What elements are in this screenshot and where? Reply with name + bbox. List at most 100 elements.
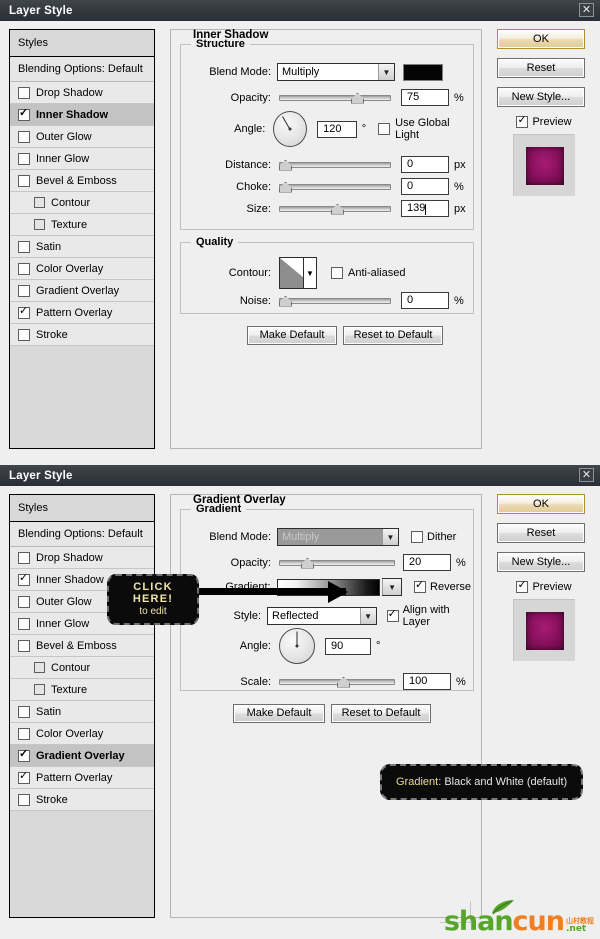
blending-options-item[interactable]: Blending Options: Default [10, 57, 154, 82]
effect-enable-checkbox[interactable] [18, 284, 30, 297]
style-effect-row[interactable]: Contour [10, 192, 154, 214]
style-effect-row[interactable]: Bevel & Emboss [10, 635, 154, 657]
align-with-layer-checkbox[interactable] [386, 608, 399, 622]
effect-enable-checkbox[interactable] [34, 219, 45, 230]
use-global-light-checkbox[interactable] [378, 123, 391, 135]
size-input[interactable]: 139 [401, 200, 449, 217]
size-slider[interactable] [279, 203, 391, 215]
contour-preset-picker[interactable]: ▼ [279, 257, 317, 289]
chevron-down-icon[interactable]: ▼ [382, 579, 402, 595]
effect-enable-checkbox[interactable] [18, 705, 30, 718]
style-effect-row[interactable]: Texture [10, 214, 154, 236]
reset-button[interactable]: Reset [497, 58, 585, 78]
effect-enable-checkbox[interactable] [18, 617, 30, 630]
style-effect-row[interactable]: Gradient Overlay [10, 745, 154, 767]
noise-input[interactable]: 0 [401, 292, 449, 309]
style-effect-row[interactable]: Texture [10, 679, 154, 701]
preview-checkbox[interactable] [516, 579, 529, 593]
opacity-slider[interactable] [279, 92, 391, 104]
dialog2-styles-list[interactable]: Styles Blending Options: Default Drop Sh… [9, 494, 155, 918]
style-effect-row[interactable]: Inner Shadow [10, 104, 154, 126]
effect-enable-checkbox[interactable] [18, 770, 30, 784]
effect-enable-checkbox[interactable] [18, 551, 30, 564]
distance-slider[interactable] [279, 159, 391, 171]
scale-slider[interactable] [279, 676, 395, 688]
dialog1-styles-list[interactable]: Styles Blending Options: Default Drop Sh… [9, 29, 155, 449]
style-effect-row[interactable]: Stroke [10, 789, 154, 811]
effect-enable-checkbox[interactable] [18, 572, 30, 586]
angle-input[interactable]: 90 [325, 637, 371, 655]
effect-enable-checkbox[interactable] [34, 197, 45, 208]
new-style-button[interactable]: New Style... [497, 552, 585, 572]
reset-to-default-button[interactable]: Reset to Default [331, 704, 431, 723]
dither-checkbox[interactable] [411, 531, 423, 543]
effect-enable-checkbox[interactable] [18, 240, 30, 253]
close-icon[interactable]: ✕ [579, 468, 594, 482]
chevron-down-icon[interactable]: ▼ [359, 608, 376, 624]
style-effect-row[interactable]: Color Overlay [10, 723, 154, 745]
style-effect-row[interactable]: Stroke [10, 324, 154, 346]
style-effect-row[interactable]: Satin [10, 236, 154, 258]
effect-enable-checkbox[interactable] [18, 748, 30, 762]
angle-dial[interactable] [273, 111, 308, 147]
chevron-down-icon[interactable]: ▼ [303, 258, 316, 288]
shadow-color-swatch[interactable] [403, 63, 443, 81]
opacity-slider[interactable] [279, 557, 395, 569]
style-effect-row[interactable]: Drop Shadow [10, 82, 154, 104]
blend-mode-select[interactable]: Multiply ▼ [277, 528, 399, 546]
effect-enable-checkbox[interactable] [18, 595, 30, 608]
effect-enable-checkbox[interactable] [34, 662, 45, 673]
effect-enable-checkbox[interactable] [18, 793, 30, 806]
reverse-checkbox[interactable] [414, 579, 427, 593]
style-effect-row[interactable]: Outer Glow [10, 126, 154, 148]
opacity-input[interactable]: 20 [403, 554, 451, 571]
make-default-button[interactable]: Make Default [247, 326, 337, 345]
align-with-layer-label: Align with Layer [402, 604, 450, 628]
effect-enable-checkbox[interactable] [18, 328, 30, 341]
choke-input[interactable]: 0 [401, 178, 449, 195]
noise-slider[interactable] [279, 295, 391, 307]
effect-enable-checkbox[interactable] [34, 684, 45, 695]
effect-enable-checkbox[interactable] [18, 262, 30, 275]
style-effect-row[interactable]: Bevel & Emboss [10, 170, 154, 192]
new-style-button[interactable]: New Style... [497, 87, 585, 107]
blend-mode-label: Blend Mode: [209, 531, 271, 543]
chevron-down-icon[interactable]: ▼ [382, 529, 398, 545]
effect-enable-checkbox[interactable] [18, 130, 30, 143]
reset-to-default-button[interactable]: Reset to Default [343, 326, 443, 345]
angle-input[interactable]: 120 [317, 120, 357, 138]
effect-enable-checkbox[interactable] [18, 86, 30, 99]
opacity-input[interactable]: 75 [401, 89, 449, 106]
effect-enable-checkbox[interactable] [18, 727, 30, 740]
style-effect-row[interactable]: Inner Glow [10, 148, 154, 170]
angle-row: Angle: 120 ° Use Global Light [187, 111, 471, 147]
blend-mode-select[interactable]: Multiply ▼ [277, 63, 395, 81]
gradient-style-select[interactable]: Reflected ▼ [267, 607, 377, 625]
style-effect-row[interactable]: Gradient Overlay [10, 280, 154, 302]
style-effect-row[interactable]: Pattern Overlay [10, 302, 154, 324]
anti-aliased-checkbox[interactable] [331, 267, 343, 279]
ok-button[interactable]: OK [497, 29, 585, 49]
distance-input[interactable]: 0 [401, 156, 449, 173]
scale-input[interactable]: 100 [403, 673, 451, 690]
style-effect-row[interactable]: Satin [10, 701, 154, 723]
gradient-preset-dropdown[interactable]: ▼ [382, 578, 403, 596]
ok-button[interactable]: OK [497, 494, 585, 514]
chevron-down-icon[interactable]: ▼ [378, 64, 394, 80]
style-effect-row[interactable]: Pattern Overlay [10, 767, 154, 789]
blending-options-item[interactable]: Blending Options: Default [10, 522, 154, 547]
effect-enable-checkbox[interactable] [18, 305, 30, 319]
close-icon[interactable]: ✕ [579, 3, 594, 17]
angle-dial[interactable] [279, 628, 315, 664]
style-effect-row[interactable]: Contour [10, 657, 154, 679]
style-effect-row[interactable]: Color Overlay [10, 258, 154, 280]
preview-checkbox[interactable] [516, 114, 529, 128]
make-default-button[interactable]: Make Default [233, 704, 325, 723]
style-effect-row[interactable]: Drop Shadow [10, 547, 154, 569]
choke-slider[interactable] [279, 181, 391, 193]
effect-enable-checkbox[interactable] [18, 174, 30, 187]
effect-enable-checkbox[interactable] [18, 639, 30, 652]
reset-button[interactable]: Reset [497, 523, 585, 543]
effect-enable-checkbox[interactable] [18, 152, 30, 165]
effect-enable-checkbox[interactable] [18, 107, 30, 121]
